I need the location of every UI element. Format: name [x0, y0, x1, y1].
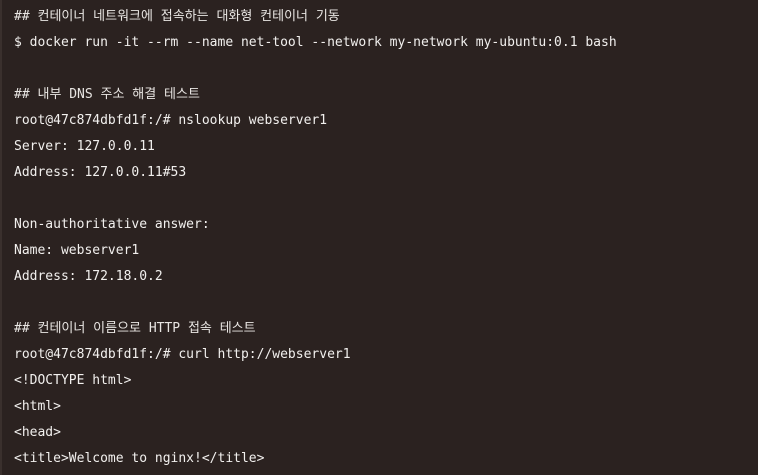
command-line: root@47c874dbfd1f:/# nslookup webserver1	[14, 113, 328, 128]
terminal-output[interactable]: ## 컨테이너 네트워크에 접속하는 대화형 컨테이너 기동 $ docker …	[14, 4, 758, 472]
output-line: <head>	[14, 425, 61, 440]
output-line: Non-authoritative answer:	[14, 217, 210, 232]
comment-line: ## 내부 DNS 주소 해결 테스트	[14, 87, 200, 102]
output-line: <html>	[14, 399, 61, 414]
terminal-left-edge	[0, 0, 2, 475]
output-line: <!DOCTYPE html>	[14, 373, 132, 388]
comment-line: ## 컨테이너 네트워크에 접속하는 대화형 컨테이너 기동	[14, 9, 340, 24]
output-line: Address: 127.0.0.11#53	[14, 165, 187, 180]
command-line: $ docker run -it --rm --name net-tool --…	[14, 35, 617, 50]
comment-line: ## 컨테이너 이름으로 HTTP 접속 테스트	[14, 321, 256, 336]
output-line: Name: webserver1	[14, 243, 140, 258]
output-line: Server: 127.0.0.11	[14, 139, 155, 154]
command-line: root@47c874dbfd1f:/# curl http://webserv…	[14, 347, 351, 362]
output-line: Address: 172.18.0.2	[14, 269, 163, 284]
terminal-window[interactable]: ## 컨테이너 네트워크에 접속하는 대화형 컨테이너 기동 $ docker …	[0, 0, 758, 475]
output-line: <title>Welcome to nginx!</title>	[14, 451, 265, 466]
